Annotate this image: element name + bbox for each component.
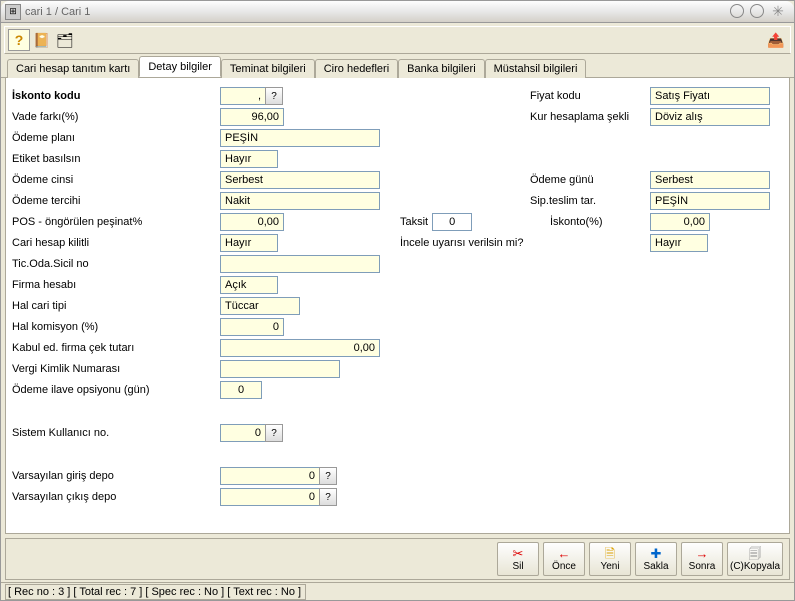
label-vade-farki: Vade farkı(%) <box>12 111 78 123</box>
tab-cari-hesap[interactable]: Cari hesap tanıtım kartı <box>7 59 139 78</box>
label-kabul-cek: Kabul ed. firma çek tutarı <box>12 342 134 354</box>
label-odeme-gunu: Ödeme günü <box>530 174 594 186</box>
label-hal-cari: Hal cari tipi <box>12 300 66 312</box>
hal-komisyon-input[interactable] <box>220 318 284 336</box>
kabul-cek-input[interactable] <box>220 339 380 357</box>
tab-teminat[interactable]: Teminat bilgileri <box>221 59 315 78</box>
odeme-ilave-input[interactable] <box>220 381 262 399</box>
arrow-left-icon: ← <box>558 547 571 560</box>
copy-label: (C)Kopyala <box>730 561 780 572</box>
tab-detay-bilgiler[interactable]: Detay bilgiler <box>139 56 221 77</box>
vergi-kimlik-input[interactable] <box>220 360 340 378</box>
vade-farki-input[interactable] <box>220 108 284 126</box>
sistem-kullanici-input[interactable] <box>220 424 266 442</box>
prev-button[interactable]: ← Önce <box>543 542 585 576</box>
hal-cari-input[interactable] <box>220 297 300 315</box>
label-sistem-kullanici: Sistem Kullanıcı no. <box>12 427 109 439</box>
status-text: [ Rec no : 3 ] [ Total rec : 7 ] [ Spec … <box>5 584 306 600</box>
copy-icon: 🗐 <box>749 547 762 560</box>
odeme-gunu-input[interactable] <box>650 171 770 189</box>
varsayilan-cikis-input[interactable] <box>220 488 320 506</box>
titlebar: ⊞ cari 1 / Cari 1 ✳ <box>1 1 794 23</box>
help-button[interactable]: ? <box>8 29 30 51</box>
save-button[interactable]: ✚ Sakla <box>635 542 677 576</box>
incele-uyari-input[interactable] <box>650 234 708 252</box>
form-panel: İskonto kodu ? Fiyat kodu Vade farkı(%) … <box>5 78 790 534</box>
label-odeme-plani: Ödeme planı <box>12 132 75 144</box>
label-tic-oda: Tic.Oda.Sicil no <box>12 258 89 270</box>
next-label: Sonra <box>689 561 716 572</box>
new-label: Yeni <box>600 561 619 572</box>
tab-mustahsil[interactable]: Müstahsil bilgileri <box>485 59 587 78</box>
label-pos-pesinat: POS - öngörülen peşinat% <box>12 216 142 228</box>
odeme-tercihi-input[interactable] <box>220 192 380 210</box>
iskonto-pct-input[interactable] <box>650 213 710 231</box>
maximize-button[interactable] <box>750 4 764 18</box>
window-title: cari 1 / Cari 1 <box>25 6 730 18</box>
label-odeme-tercihi: Ödeme tercihi <box>12 195 80 207</box>
label-cari-kilitli: Cari hesap kilitli <box>12 237 89 249</box>
statusbar: [ Rec no : 3 ] [ Total rec : 7 ] [ Spec … <box>1 582 794 600</box>
next-button[interactable]: → Sonra <box>681 542 723 576</box>
iskonto-kodu-input[interactable] <box>220 87 266 105</box>
label-odeme-ilave: Ödeme ilave opsiyonu (gün) <box>12 384 150 396</box>
label-fiyat-kodu: Fiyat kodu <box>530 90 581 102</box>
action-bar: ✂ Sil ← Önce 🗎 Yeni ✚ Sakla → Sonra 🗐 (C… <box>5 538 790 580</box>
label-etiket: Etiket basılsın <box>12 153 80 165</box>
delete-button[interactable]: ✂ Sil <box>497 542 539 576</box>
label-sip-teslim: Sip.teslim tar. <box>530 195 596 207</box>
etiket-input[interactable] <box>220 150 278 168</box>
sistem-kullanici-lookup[interactable]: ? <box>265 424 283 442</box>
label-varsayilan-cikis: Varsayılan çıkış depo <box>12 491 116 503</box>
label-taksit: Taksit <box>400 216 428 228</box>
kur-hesap-input[interactable] <box>650 108 770 126</box>
save-label: Sakla <box>643 561 668 572</box>
varsayilan-giris-input[interactable] <box>220 467 320 485</box>
export-button[interactable]: 📤 <box>765 29 787 51</box>
new-button[interactable]: 🗎 Yeni <box>589 542 631 576</box>
taksit-input[interactable] <box>432 213 472 231</box>
app-icon: ⊞ <box>5 4 21 20</box>
label-iskonto-kodu: İskonto kodu <box>12 90 80 102</box>
label-firma-hesabi: Firma hesabı <box>12 279 76 291</box>
label-kur-hesap: Kur hesaplama şekli <box>530 111 629 123</box>
label-odeme-cinsi: Ödeme cinsi <box>12 174 73 186</box>
sip-teslim-input[interactable] <box>650 192 770 210</box>
window: ⊞ cari 1 / Cari 1 ✳ ? 📔 🗂 📤 Cari hesap t… <box>0 0 795 601</box>
label-hal-komisyon: Hal komisyon (%) <box>12 321 98 333</box>
titlebar-buttons: ✳ <box>730 4 790 20</box>
label-iskonto-pct: İskonto(%) <box>530 216 603 228</box>
tool-button[interactable]: 🗂 <box>54 29 76 51</box>
label-vergi-kimlik: Vergi Kimlik Numarası <box>12 363 120 375</box>
close-button[interactable]: ✳ <box>770 4 786 20</box>
new-doc-icon: 🗎 <box>605 547 615 560</box>
varsayilan-giris-lookup[interactable]: ? <box>319 467 337 485</box>
delete-icon: ✂ <box>513 547 524 560</box>
tabs: Cari hesap tanıtım kartı Detay bilgiler … <box>1 57 794 78</box>
label-varsayilan-giris: Varsayılan giriş depo <box>12 470 114 482</box>
iskonto-kodu-lookup[interactable]: ? <box>265 87 283 105</box>
copy-button[interactable]: 🗐 (C)Kopyala <box>727 542 783 576</box>
odeme-plani-input[interactable] <box>220 129 380 147</box>
fiyat-kodu-input[interactable] <box>650 87 770 105</box>
minimize-button[interactable] <box>730 4 744 18</box>
tab-ciro[interactable]: Ciro hedefleri <box>315 59 398 78</box>
label-incele-uyari: İncele uyarısı verilsin mi? <box>400 237 524 249</box>
pos-pesinat-input[interactable] <box>220 213 284 231</box>
odeme-cinsi-input[interactable] <box>220 171 380 189</box>
delete-label: Sil <box>512 561 523 572</box>
arrow-right-icon: → <box>696 547 709 560</box>
tic-oda-input[interactable] <box>220 255 380 273</box>
cari-kilitli-input[interactable] <box>220 234 278 252</box>
save-icon: ✚ <box>651 547 662 560</box>
varsayilan-cikis-lookup[interactable]: ? <box>319 488 337 506</box>
firma-hesabi-input[interactable] <box>220 276 278 294</box>
tab-banka[interactable]: Banka bilgileri <box>398 59 484 78</box>
prev-label: Önce <box>552 561 576 572</box>
toolbar: ? 📔 🗂 📤 <box>4 26 791 54</box>
book-button[interactable]: 📔 <box>31 29 53 51</box>
